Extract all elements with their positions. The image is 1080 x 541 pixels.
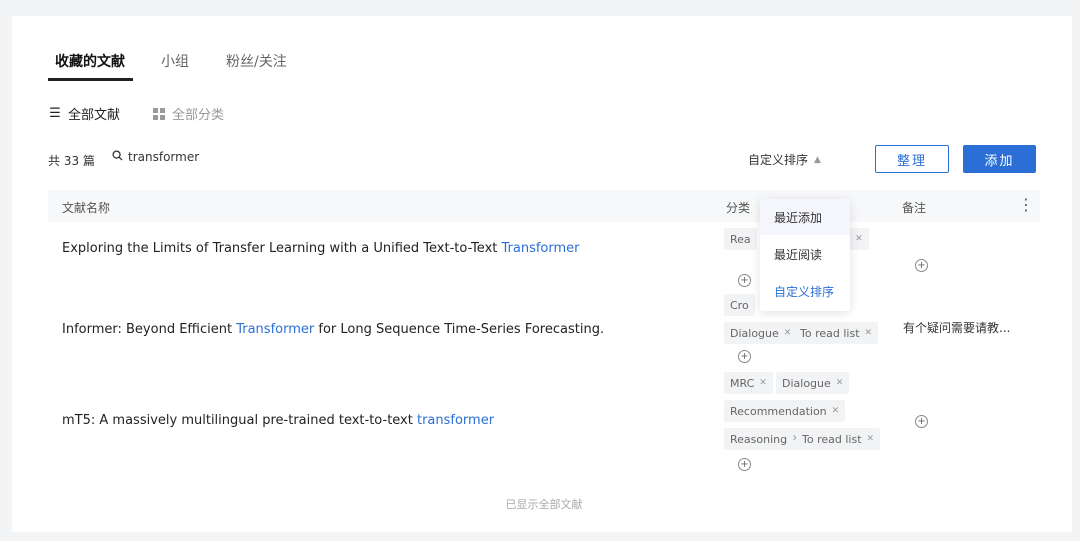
category-tag[interactable]: To read list ✕ xyxy=(796,428,881,450)
list-icon: ☰ xyxy=(49,106,61,121)
category-tag[interactable]: MRC ✕ xyxy=(724,372,773,394)
table-row[interactable]: Exploring the Limits of Transfer Learnin… xyxy=(48,222,1040,287)
sort-dropdown-menu: 最近添加 最近阅读 自定义排序 xyxy=(760,199,850,311)
filter-all-label: 全部文献 xyxy=(68,108,121,123)
paper-count: 共 33 篇 xyxy=(48,154,95,168)
tab-collected-papers[interactable]: 收藏的文献 xyxy=(55,51,125,71)
search-highlight: Transformer xyxy=(236,322,315,337)
add-category-icon[interactable]: + xyxy=(738,458,751,471)
sort-option-recent-added[interactable]: 最近添加 xyxy=(760,199,850,235)
note-text: 有个疑问需要请教... xyxy=(903,321,1011,335)
category-tag[interactable]: Reasoning✕ xyxy=(724,428,806,450)
table-row[interactable]: mT5: A massively multilingual pre-traine… xyxy=(48,372,1040,478)
filter-categories-label: 全部分类 xyxy=(172,108,225,123)
close-icon[interactable]: ✕ xyxy=(867,434,875,444)
search-highlight: Transformer xyxy=(501,241,580,256)
category-tag[interactable]: Recommendation ✕ xyxy=(724,400,846,422)
chevron-up-icon: ▲ xyxy=(814,154,821,165)
end-of-list-text: 已显示全部文献 xyxy=(505,498,583,511)
search-icon xyxy=(112,150,123,164)
close-icon[interactable]: ✕ xyxy=(832,406,840,416)
sort-dropdown-toggle[interactable]: 自定义排序 ▲ xyxy=(748,151,821,168)
sort-option-custom[interactable]: 自定义排序 xyxy=(760,273,850,309)
more-vertical-icon[interactable]: ⋮ xyxy=(1018,195,1034,214)
header-note: 备注 xyxy=(902,201,927,215)
add-note-icon[interactable]: + xyxy=(915,415,928,428)
add-button[interactable]: 添加 xyxy=(963,145,1036,173)
add-note-icon[interactable]: + xyxy=(915,259,928,272)
paper-title[interactable]: Exploring the Limits of Transfer Learnin… xyxy=(62,241,580,256)
category-tag[interactable]: Rea xyxy=(724,228,757,250)
category-tag[interactable]: Dialogue ✕ xyxy=(724,322,798,344)
paper-title[interactable]: Informer: Beyond Efficient Transformer f… xyxy=(62,322,604,337)
paper-title[interactable]: mT5: A massively multilingual pre-traine… xyxy=(62,413,494,428)
library-panel: 收藏的文献 小组 粉丝/关注 ☰ 全部文献 全部分类 共 33 篇 自定义排序 … xyxy=(12,16,1072,532)
grid-icon xyxy=(152,107,166,120)
category-tag[interactable]: To read list ✕ xyxy=(794,322,879,344)
category-tag[interactable]: Dialogue ✕ xyxy=(776,372,850,394)
search-box[interactable] xyxy=(112,150,328,164)
sort-option-recent-read[interactable]: 最近阅读 xyxy=(760,236,850,272)
close-icon[interactable]: ✕ xyxy=(865,328,873,338)
organize-button[interactable]: 整理 xyxy=(875,145,949,173)
search-input[interactable] xyxy=(128,150,328,164)
search-highlight: transformer xyxy=(416,413,495,428)
category-tag[interactable]: Cro xyxy=(724,294,755,316)
filter-all-categories[interactable]: 全部分类 xyxy=(152,104,224,123)
header-paper-name: 文献名称 xyxy=(62,201,111,215)
filter-all-papers[interactable]: ☰ 全部文献 xyxy=(48,104,120,123)
close-icon[interactable]: ✕ xyxy=(836,378,844,388)
close-icon[interactable]: ✕ xyxy=(855,234,863,244)
table-row[interactable]: Informer: Beyond Efficient Transformer f… xyxy=(48,282,1040,372)
table-header: 文献名称 分类 备注 ⋮ xyxy=(48,190,1040,222)
close-icon[interactable]: ✕ xyxy=(759,378,767,388)
active-tab-underline xyxy=(48,78,133,81)
close-icon[interactable]: ✕ xyxy=(784,328,792,338)
add-category-icon[interactable]: + xyxy=(738,350,751,363)
header-category: 分类 xyxy=(726,201,751,215)
tab-groups[interactable]: 小组 xyxy=(161,51,189,71)
sort-label: 自定义排序 xyxy=(748,153,809,167)
tab-followers[interactable]: 粉丝/关注 xyxy=(226,51,287,71)
